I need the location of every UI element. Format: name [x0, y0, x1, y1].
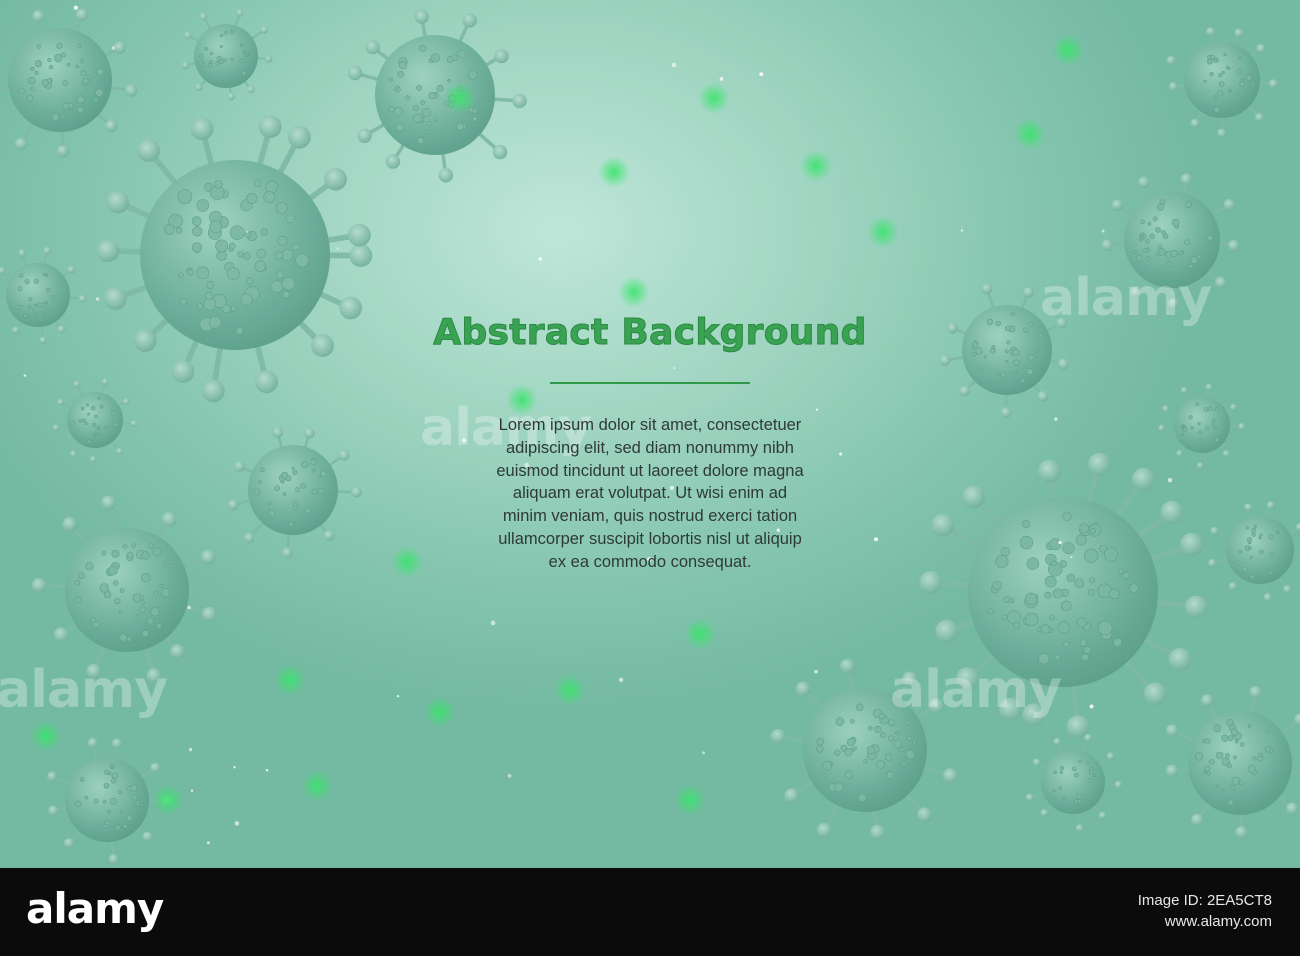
footer-logo: alamy — [26, 884, 164, 933]
sparkle — [874, 537, 878, 542]
footer-info: Image ID: 2EA5CT8 www.alamy.com — [1138, 890, 1272, 932]
glow-spot — [554, 674, 586, 706]
glow-spot — [618, 276, 650, 308]
glow-spot — [867, 216, 899, 248]
glow-spot — [152, 784, 184, 816]
glow-spot — [301, 770, 333, 802]
divider — [550, 382, 750, 384]
sparkle — [1101, 229, 1105, 233]
virus-particle — [1158, 383, 1246, 470]
virus-particle — [347, 9, 527, 183]
sparkle — [23, 374, 27, 377]
sparkle — [759, 72, 764, 77]
body-line: aliquam erat volutpat. Ut wisi enim ad — [512, 484, 788, 503]
footer-bar: alamy Image ID: 2EA5CT8 www.alamy.com — [0, 868, 1300, 956]
sparkle — [246, 230, 249, 234]
sparkle — [1070, 556, 1073, 559]
sparkle — [507, 774, 512, 778]
body-line: minim veniam, quis nostrud exerci tation — [502, 507, 798, 526]
sparkle — [188, 747, 193, 752]
sparkle — [187, 605, 191, 610]
sparkle — [1058, 540, 1062, 545]
headline: Abstract Background — [433, 312, 867, 354]
sparkle — [815, 408, 819, 411]
glow-spot — [444, 82, 476, 114]
body-text: Lorem ipsum dolor sit amet, consectetuer… — [440, 414, 860, 574]
watermark: alamy — [890, 660, 1062, 720]
sparkle — [1054, 417, 1058, 421]
glow-spot — [598, 156, 630, 188]
virus-particle — [1208, 501, 1300, 602]
sparkle — [73, 5, 78, 10]
sparkle — [671, 62, 677, 68]
stock-image: alamy alamy alamy alamy Abstract Backgro… — [0, 0, 1300, 956]
virus-particle — [31, 495, 217, 684]
sparkle — [960, 229, 964, 232]
glow-spot — [698, 82, 730, 114]
sparkle — [111, 46, 116, 50]
sparkle — [95, 297, 100, 301]
body-line: ullamcorper suscipit lobortis nisl ut al… — [498, 529, 802, 548]
sparkle — [1167, 477, 1173, 483]
sparkle — [265, 769, 269, 772]
virus-particle — [0, 8, 138, 158]
virus-particle — [227, 427, 362, 559]
sparkle — [702, 751, 705, 755]
virus-particle — [96, 115, 373, 403]
virus-particle — [0, 246, 87, 345]
image-id: Image ID: 2EA5CT8 — [1137, 892, 1272, 909]
glow-spot — [391, 546, 423, 578]
sparkle — [336, 247, 339, 250]
glow-spot — [1014, 118, 1046, 150]
watermark: alamy — [1040, 268, 1212, 328]
glow-spot — [684, 618, 716, 650]
site-url: www.alamy.com — [1164, 913, 1272, 930]
sparkle — [396, 695, 400, 698]
sparkle — [673, 366, 676, 370]
sparkle — [234, 821, 240, 826]
sparkle — [490, 620, 496, 626]
virus-particle — [1165, 686, 1300, 839]
abstract-virus-background: alamy alamy alamy alamy Abstract Backgro… — [0, 0, 1300, 868]
glow-spot — [424, 696, 456, 728]
virus-particle — [1166, 27, 1278, 138]
body-line: adipiscing elit, sed diam nonummy nibh — [506, 438, 794, 457]
glow-spot — [674, 784, 706, 816]
sparkle — [538, 257, 543, 261]
sparkle — [618, 677, 624, 682]
sparkle — [814, 669, 818, 674]
sparkle — [190, 789, 194, 792]
virus-particle — [52, 378, 138, 463]
body-line: Lorem ipsum dolor sit amet, consectetuer — [498, 416, 802, 434]
virus-particle — [1025, 733, 1123, 832]
body-line: euismod tincidunt ut laoreet dolore magn… — [496, 461, 804, 480]
glow-spot — [274, 664, 306, 696]
sparkle — [1089, 704, 1094, 709]
watermark: alamy — [0, 660, 168, 720]
virus-particle — [181, 9, 273, 101]
body-line: ex ea commodo consequat. — [548, 552, 752, 571]
glow-spot — [30, 720, 62, 752]
glow-spot — [1052, 34, 1084, 66]
sparkle — [233, 766, 236, 769]
sparkle — [719, 77, 724, 81]
glow-spot — [800, 150, 832, 182]
sparkle — [206, 841, 210, 845]
